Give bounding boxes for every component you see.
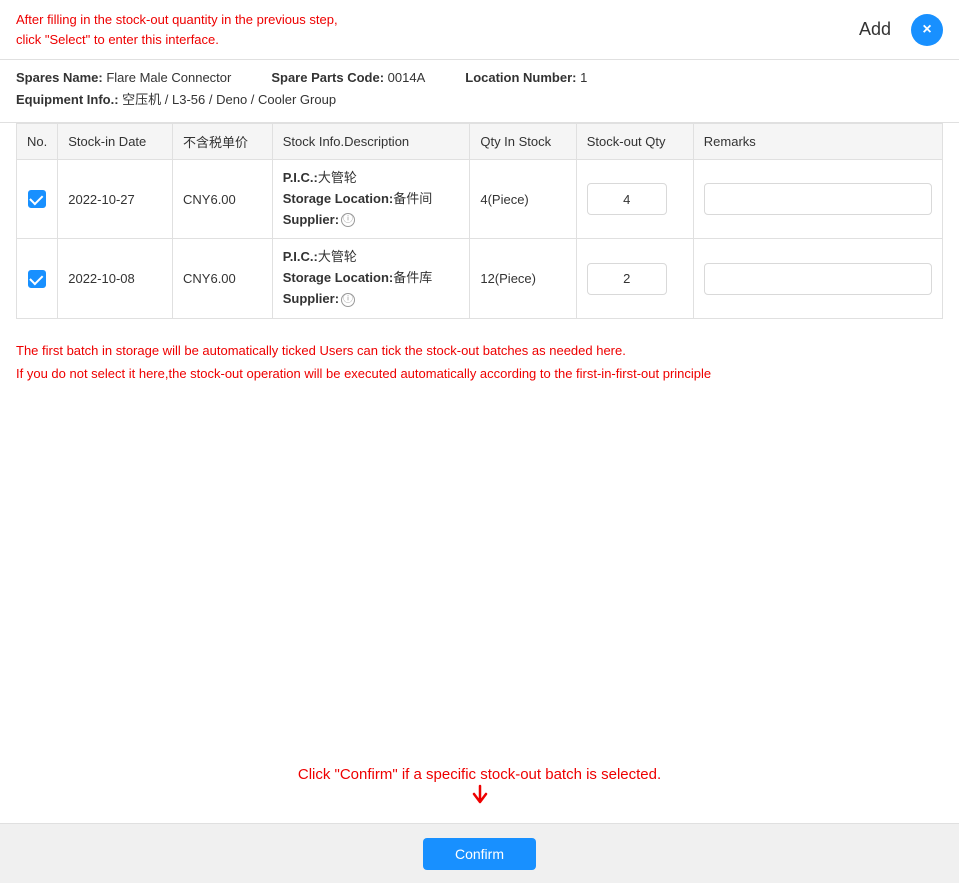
stock-out-qty-cell-2 (576, 239, 693, 318)
bottom-instruction-text: Click "Confirm" if a specific stock-out … (298, 766, 661, 783)
notice-section: The first batch in storage will be autom… (0, 319, 959, 396)
stock-in-date-1: 2022-10-27 (58, 160, 173, 239)
checkbox-cell-2[interactable] (17, 239, 58, 318)
notice-line1: The first batch in storage will be autom… (16, 339, 943, 362)
storage-label-1: Storage Location: (283, 191, 394, 206)
storage-value-1: 备件间 (393, 191, 432, 206)
location-number-label: Location Number: (465, 70, 576, 85)
arrow-down-icon (468, 782, 492, 806)
storage-value-2: 备件库 (393, 270, 432, 285)
stock-table-container: No. Stock-in Date 不含税单价 Stock Info.Descr… (0, 123, 959, 319)
col-no: No. (17, 124, 58, 160)
close-button[interactable]: × (911, 14, 943, 46)
header-banner: After filling in the stock-out quantity … (0, 0, 959, 60)
equipment-info: Equipment Info.: 空压机 / L3-56 / Deno / Co… (16, 89, 336, 108)
col-stock-out-qty: Stock-out Qty (576, 124, 693, 160)
col-unit-price: 不含税单价 (173, 124, 273, 160)
supplier-info-icon-1[interactable]: ⓘ (341, 213, 355, 227)
col-stock-info: Stock Info.Description (272, 124, 470, 160)
col-remarks: Remarks (693, 124, 942, 160)
qty-in-stock-1: 4(Piece) (470, 160, 576, 239)
equipment-info-label: Equipment Info.: (16, 92, 119, 107)
table-row: 2022-10-27 CNY6.00 P.I.C.:大管轮 Storage Lo… (17, 160, 943, 239)
table-row: 2022-10-08 CNY6.00 P.I.C.:大管轮 Storage Lo… (17, 239, 943, 318)
location-number-value: 1 (580, 70, 587, 85)
pic-label-1: P.I.C.: (283, 170, 318, 185)
stock-info-2: P.I.C.:大管轮 Storage Location:备件库 Supplier… (272, 239, 470, 318)
location-number: Location Number: 1 (465, 70, 587, 85)
table-header-row: No. Stock-in Date 不含税单价 Stock Info.Descr… (17, 124, 943, 160)
confirm-bar: Confirm (0, 823, 959, 883)
instruction-line2: click "Select" to enter this interface. (16, 32, 219, 47)
unit-price-2: CNY6.00 (173, 239, 273, 318)
supplier-label-1: Supplier: (283, 212, 339, 227)
product-info-section: Spares Name: Flare Male Connector Spare … (0, 60, 959, 123)
confirm-button[interactable]: Confirm (423, 838, 536, 870)
unit-price-1: CNY6.00 (173, 160, 273, 239)
spares-name: Spares Name: Flare Male Connector (16, 70, 231, 85)
col-stock-in-date: Stock-in Date (58, 124, 173, 160)
stock-out-qty-cell-1 (576, 160, 693, 239)
checkbox-1[interactable] (28, 190, 46, 208)
checkbox-cell-1[interactable] (17, 160, 58, 239)
stock-out-qty-input-2[interactable] (587, 263, 667, 295)
info-row-1: Spares Name: Flare Male Connector Spare … (16, 70, 943, 85)
spare-parts-code: Spare Parts Code: 0014A (271, 70, 425, 85)
spares-name-label: Spares Name: (16, 70, 103, 85)
remarks-cell-2 (693, 239, 942, 318)
remarks-input-1[interactable] (704, 183, 932, 215)
info-row-2: Equipment Info.: 空压机 / L3-56 / Deno / Co… (16, 89, 943, 108)
close-icon: × (922, 21, 931, 39)
pic-label-2: P.I.C.: (283, 249, 318, 264)
qty-in-stock-2: 12(Piece) (470, 239, 576, 318)
stock-info-1: P.I.C.:大管轮 Storage Location:备件间 Supplier… (272, 160, 470, 239)
equipment-info-value: 空压机 / L3-56 / Deno / Cooler Group (122, 92, 336, 107)
col-qty-in-stock: Qty In Stock (470, 124, 576, 160)
stock-table: No. Stock-in Date 不含税单价 Stock Info.Descr… (16, 123, 943, 319)
supplier-label-2: Supplier: (283, 291, 339, 306)
dialog-title: Add (859, 19, 891, 40)
header-instruction: After filling in the stock-out quantity … (16, 10, 839, 49)
bottom-instruction: Click "Confirm" if a specific stock-out … (0, 766, 959, 783)
pic-value-2: 大管轮 (318, 249, 357, 264)
spare-parts-code-label: Spare Parts Code: (271, 70, 384, 85)
instruction-line1: After filling in the stock-out quantity … (16, 12, 338, 27)
spares-name-value: Flare Male Connector (106, 70, 231, 85)
remarks-input-2[interactable] (704, 263, 932, 295)
checkbox-2[interactable] (28, 270, 46, 288)
stock-out-qty-input-1[interactable] (587, 183, 667, 215)
stock-in-date-2: 2022-10-08 (58, 239, 173, 318)
remarks-cell-1 (693, 160, 942, 239)
arrow-down (0, 782, 959, 809)
spare-parts-code-value: 0014A (388, 70, 426, 85)
notice-line2: If you do not select it here,the stock-o… (16, 362, 943, 385)
pic-value-1: 大管轮 (318, 170, 357, 185)
supplier-info-icon-2[interactable]: ⓘ (341, 293, 355, 307)
storage-label-2: Storage Location: (283, 270, 394, 285)
